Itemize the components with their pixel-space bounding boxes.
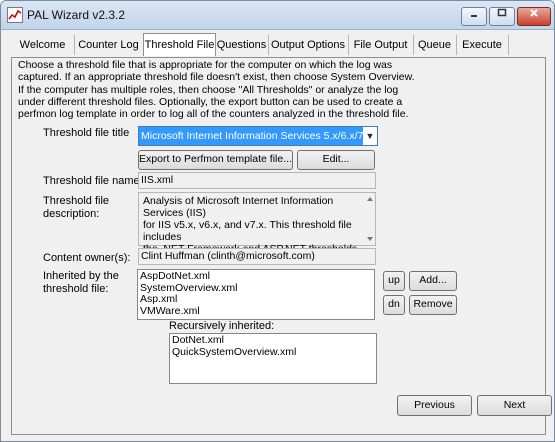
minimize-button[interactable]	[461, 7, 487, 26]
description-line: for IIS v5.x, v6.x, and v7.x. This thres…	[143, 219, 352, 243]
description-line: Analysis of Microsoft Internet Informati…	[143, 195, 334, 219]
next-button[interactable]: Next	[477, 395, 552, 416]
previous-button[interactable]: Previous	[397, 395, 472, 416]
tab-output-options[interactable]: Output Options	[268, 35, 349, 55]
recursively-inherited-label: Recursively inherited:	[169, 320, 275, 332]
threshold-description-label: Threshold file description:	[43, 195, 109, 221]
label-line: Inherited by the	[43, 270, 119, 282]
list-item[interactable]: QuickSystemOverview.xml	[172, 346, 374, 359]
window-title: PAL Wizard v2.3.2	[27, 8, 126, 22]
content-owner-label: Content owner(s):	[43, 252, 131, 264]
close-icon	[530, 9, 538, 17]
dropdown-arrow-icon[interactable]: ▼	[363, 127, 377, 145]
threshold-file-name-label: Threshold file name:	[43, 175, 143, 187]
label-line: description:	[43, 208, 100, 220]
threshold-title-selected: Microsoft Internet Information Services …	[139, 127, 363, 145]
move-down-button[interactable]: dn	[383, 295, 405, 315]
list-item[interactable]: VMWare.xml	[140, 305, 372, 318]
instructions-line: If the computer has multiple roles, then…	[18, 83, 399, 96]
maximize-icon	[497, 8, 507, 17]
instructions-text: Choose a threshold file that is appropri…	[18, 59, 543, 120]
description-scrollbar[interactable]	[365, 193, 375, 245]
scroll-down-icon[interactable]	[365, 234, 375, 244]
threshold-title-label: Threshold file title	[43, 127, 130, 139]
tab-execute[interactable]: Execute	[456, 35, 509, 55]
threshold-file-name-field[interactable]: IIS.xml	[138, 172, 376, 189]
export-perfmon-template-button[interactable]: Export to Perfmon template file...	[138, 150, 293, 170]
label-line: Threshold file	[43, 195, 110, 207]
instructions-line: perfmon log template in order to log all…	[18, 108, 409, 121]
maximize-button[interactable]	[489, 7, 515, 26]
close-button[interactable]	[517, 7, 551, 26]
list-item[interactable]: AspDotNet.xml	[140, 270, 372, 283]
content-owner-field[interactable]: Clint Huffman (clinth@microsoft.com)	[138, 248, 376, 265]
scroll-up-icon[interactable]	[365, 194, 375, 204]
threshold-title-dropdown[interactable]: Microsoft Internet Information Services …	[138, 126, 378, 146]
instructions-line: Choose a threshold file that is appropri…	[18, 59, 393, 71]
remove-button[interactable]: Remove	[409, 295, 457, 315]
pal-app-icon	[7, 7, 23, 23]
threshold-description-field[interactable]: Analysis of Microsoft Internet Informati…	[138, 192, 376, 255]
move-up-button[interactable]: up	[383, 271, 405, 291]
tab-threshold-file[interactable]: Threshold File	[143, 33, 216, 56]
add-button[interactable]: Add...	[409, 271, 457, 291]
list-item[interactable]: DotNet.xml	[172, 334, 374, 347]
pal-wizard-window: PAL Wizard v2.3.2 Welcome Counter Log Th…	[0, 0, 555, 442]
tab-file-output[interactable]: File Output	[348, 35, 414, 55]
title-bar[interactable]: PAL Wizard v2.3.2	[1, 1, 554, 30]
tab-queue[interactable]: Queue	[413, 35, 457, 55]
instructions-line: captured. If an appropriate threshold fi…	[18, 71, 415, 84]
inherited-files-list[interactable]: AspDotNet.xml SystemOverview.xml Asp.xml…	[137, 269, 375, 320]
tab-questions[interactable]: Questions	[215, 35, 269, 55]
minimize-icon	[471, 15, 477, 17]
inherited-label: Inherited by the threshold file:	[43, 270, 119, 296]
instructions-line: under different threshold files. Optiona…	[18, 95, 403, 108]
tab-welcome[interactable]: Welcome	[11, 35, 75, 55]
label-line: threshold file:	[43, 283, 109, 295]
recursively-inherited-list[interactable]: DotNet.xml QuickSystemOverview.xml	[169, 333, 377, 384]
edit-button[interactable]: Edit...	[297, 150, 375, 170]
list-item[interactable]: Asp.xml	[140, 293, 372, 306]
tab-counter-log[interactable]: Counter Log	[74, 35, 144, 55]
